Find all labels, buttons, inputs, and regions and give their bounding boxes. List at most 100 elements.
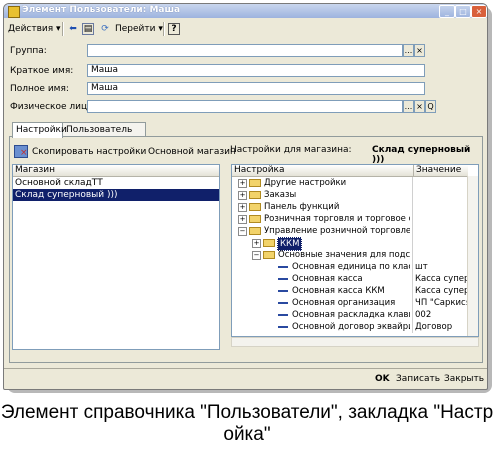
ok-button[interactable]: OK [375, 372, 390, 386]
refresh-icon[interactable]: ⟳ [99, 23, 111, 35]
back-arrow-icon[interactable]: ⬅ [67, 23, 79, 35]
folder-icon [249, 227, 261, 235]
tree-row-label: Основная единица по класс... [292, 262, 410, 272]
toolbar: Действия ▾ ⬅ ▤ ⟳ Перейти ▾ ? [6, 20, 485, 38]
setting-item-icon [278, 326, 288, 328]
full-name-label: Полное имя: [10, 84, 69, 94]
expand-icon[interactable]: + [238, 203, 247, 212]
setting-item-icon [278, 266, 288, 268]
short-name-label: Краткое имя: [10, 66, 74, 76]
physical-person-search-button[interactable]: Q [425, 100, 436, 113]
tree-row-value[interactable]: ЧП "Саркися [412, 297, 467, 309]
tree-row-value[interactable] [412, 225, 467, 237]
goto-menu[interactable]: Перейти ▾ [115, 22, 163, 36]
expand-icon[interactable]: + [238, 191, 247, 200]
tree-row-label: Розничная торговля и торговое обо... [264, 214, 410, 224]
tree-row[interactable]: + ККМ [232, 237, 468, 251]
window-title: Элемент Пользователи: Маша [22, 5, 181, 15]
folder-icon [249, 191, 261, 199]
tree-horizontal-scrollbar[interactable] [231, 337, 479, 347]
copy-settings-button[interactable]: Скопировать настройки [32, 147, 146, 157]
form-icon[interactable]: ▤ [82, 23, 94, 35]
tree-row[interactable]: − Управление розничной торговлей [232, 225, 468, 237]
setting-item-icon [278, 278, 288, 280]
store-list[interactable]: Магазин Основной складТТ Склад суперновы… [12, 164, 220, 350]
figure-caption: Элемент справочника "Пользователи", закл… [0, 402, 494, 445]
collapse-icon[interactable]: − [238, 227, 247, 236]
physical-person-clear-button[interactable]: × [414, 100, 425, 113]
tree-row-label: Основной договор эквайринга [292, 322, 410, 332]
folder-icon [263, 239, 275, 247]
folder-icon [249, 203, 261, 211]
tree-row-value[interactable]: Договор [412, 321, 467, 333]
setting-item-icon [278, 290, 288, 292]
tree-row[interactable]: + Заказы [232, 189, 468, 201]
store-row-selected[interactable]: Склад суперновый ))) [13, 189, 219, 201]
user-element-window: Элемент Пользователи: Маша _ □ × Действи… [3, 3, 488, 390]
tree-vertical-scrollbar[interactable] [467, 176, 478, 336]
app-icon [8, 6, 20, 18]
setting-column-header[interactable]: Настройка [234, 165, 285, 175]
tree-row-value[interactable]: Касса супер [412, 273, 467, 285]
actions-menu[interactable]: Действия ▾ [8, 22, 61, 36]
settings-for-store-value: Склад суперновый ))) [372, 145, 471, 165]
folder-icon [249, 179, 261, 187]
physical-person-select-button[interactable]: ... [403, 100, 414, 113]
tree-row[interactable]: Основная касса Касса супер [232, 273, 468, 285]
tree-row-label: Основная организация [292, 298, 396, 308]
store-column-header[interactable]: Магазин [13, 165, 219, 177]
tab-settings[interactable]: Настройки [12, 122, 67, 138]
tree-row-value[interactable] [412, 237, 467, 249]
setting-item-icon [278, 314, 288, 316]
close-window-button[interactable]: × [471, 5, 487, 18]
tree-row-label: Заказы [264, 190, 297, 200]
tree-header: Настройка Значение [232, 165, 468, 177]
tree-row[interactable]: Основная организация ЧП "Саркися [232, 297, 468, 309]
button-bar: OK Записать Закрыть [4, 368, 487, 389]
expand-icon[interactable]: + [238, 215, 247, 224]
expand-icon[interactable]: + [238, 179, 247, 188]
tree-row-value[interactable]: шт [412, 261, 467, 273]
maximize-button[interactable]: □ [455, 5, 471, 18]
group-clear-button[interactable]: × [414, 44, 425, 57]
store-row[interactable]: Основной складТТ [13, 177, 219, 189]
tree-row-value[interactable]: Касса супер2 [412, 285, 467, 297]
tree-row-label: Панель функций [264, 202, 340, 212]
full-name-input[interactable]: Маша [87, 82, 425, 95]
tree-row[interactable]: − Основные значения для подстан... [232, 249, 468, 261]
tree-row-value[interactable] [412, 201, 467, 213]
minimize-button[interactable]: _ [439, 5, 455, 18]
tree-row-label: Основная раскладка клавиа... [292, 310, 410, 320]
physical-person-input[interactable] [87, 100, 403, 113]
group-select-button[interactable]: ... [403, 44, 414, 57]
tree-row[interactable]: Основная касса ККМ Касса супер2 [232, 285, 468, 297]
title-bar[interactable]: Элемент Пользователи: Маша _ □ × [4, 4, 487, 18]
value-column-header[interactable]: Значение [413, 165, 461, 176]
tab-ib-user[interactable]: Пользователь ИБ [62, 122, 146, 149]
toolbar-separator [62, 22, 64, 36]
help-button[interactable]: ? [168, 23, 180, 35]
expand-icon[interactable]: + [252, 239, 261, 248]
copy-x-icon: × [20, 148, 28, 158]
tree-row-value[interactable]: 002 [412, 309, 467, 321]
short-name-input[interactable]: Маша [87, 64, 425, 77]
tree-row-label: Основная касса ККМ [292, 286, 385, 296]
main-store-button[interactable]: Основной магазин [148, 147, 236, 157]
settings-tree[interactable]: Настройка Значение + Другие настройки + … [231, 164, 479, 337]
tree-row[interactable]: Основная раскладка клавиа... 002 [232, 309, 468, 321]
tree-row-value[interactable] [412, 177, 467, 189]
tree-row[interactable]: Основной договор эквайринга Договор [232, 321, 468, 333]
tree-row-value[interactable] [412, 213, 467, 225]
tree-row[interactable]: + Розничная торговля и торговое обо... [232, 213, 468, 225]
collapse-icon[interactable]: − [252, 251, 261, 260]
save-button[interactable]: Записать [396, 372, 440, 386]
group-label: Группа: [10, 46, 47, 56]
group-input[interactable] [87, 44, 403, 57]
tree-row-value[interactable] [412, 249, 467, 261]
tree-row-value[interactable] [412, 189, 467, 201]
close-button[interactable]: Закрыть [444, 372, 484, 386]
tree-row[interactable]: Основная единица по класс... шт [232, 261, 468, 273]
settings-for-store-label: Настройки для магазина: [230, 145, 352, 155]
tree-row[interactable]: + Другие настройки [232, 177, 468, 189]
tree-row[interactable]: + Панель функций [232, 201, 468, 213]
